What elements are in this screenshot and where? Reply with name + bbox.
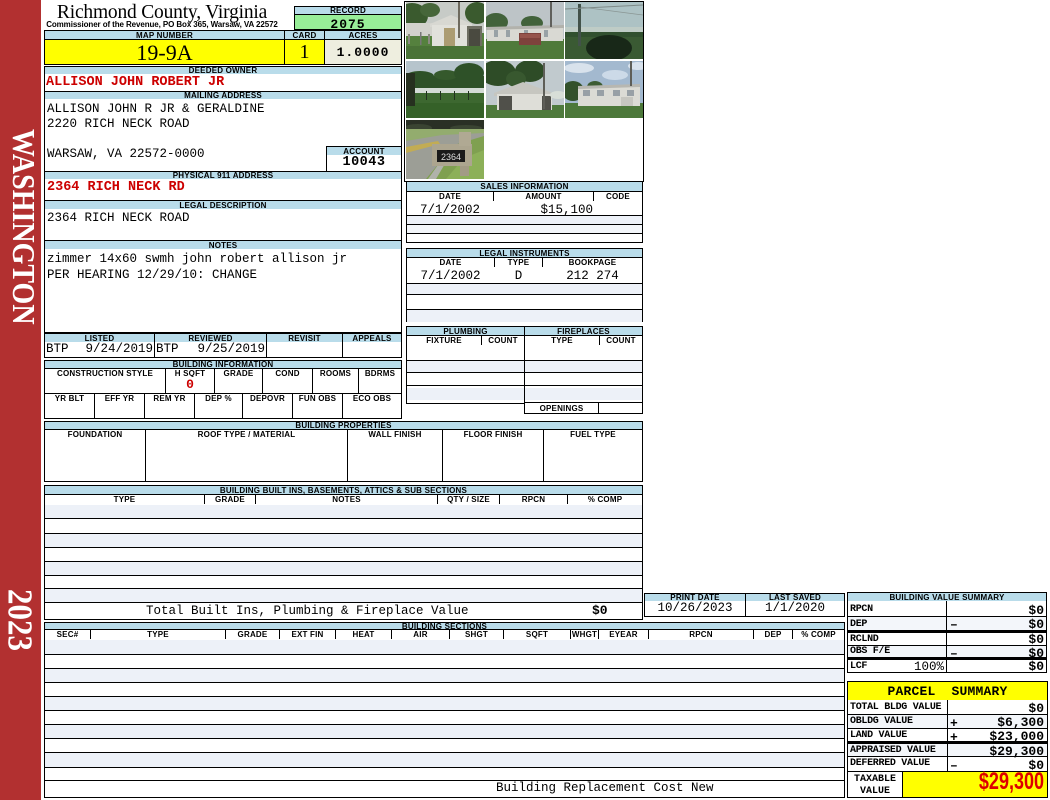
svg-text:2364: 2364 bbox=[441, 152, 461, 162]
